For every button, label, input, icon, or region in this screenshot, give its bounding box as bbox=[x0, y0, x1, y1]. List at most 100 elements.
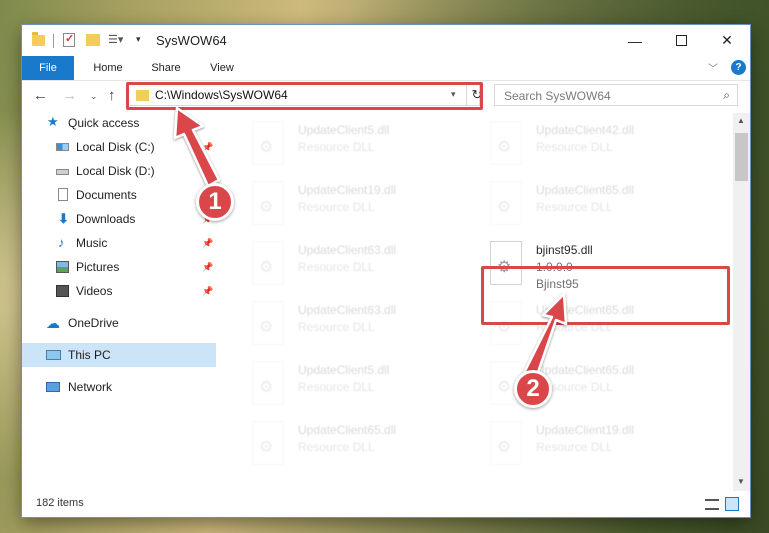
sidebar-item-label: Local Disk (D:) bbox=[76, 164, 155, 178]
navigation-bar: ← → ⌄ ↑ C:\Windows\SysWOW64 ▾ ↻ Search S… bbox=[22, 81, 750, 111]
forward-arrow-icon[interactable]: → bbox=[62, 87, 77, 104]
search-icon[interactable]: ⌕ bbox=[723, 88, 730, 103]
step-badge-2: 2 bbox=[514, 370, 552, 408]
up-arrow-icon[interactable]: ↑ bbox=[108, 87, 116, 104]
pin-icon[interactable]: 📌 bbox=[202, 231, 213, 255]
file-name: UpdateClient19.dll bbox=[298, 183, 397, 197]
search-input[interactable]: Search SysWOW64 ⌕ bbox=[494, 84, 738, 106]
sidebar-item-label: OneDrive bbox=[68, 316, 119, 330]
sidebar-item-documents[interactable]: Documents 📌 bbox=[22, 183, 216, 207]
tab-file[interactable]: File bbox=[22, 56, 74, 80]
sidebar-item-this-pc[interactable]: This PC bbox=[22, 343, 216, 367]
sidebar-item-label: Downloads bbox=[76, 212, 136, 226]
sidebar-item-label: Local Disk (C:) bbox=[76, 140, 155, 154]
pin-icon[interactable]: 📌 bbox=[202, 279, 213, 303]
file-item[interactable]: UpdateClient5.dll Resource DLL bbox=[246, 357, 476, 413]
star-icon: ★ bbox=[47, 114, 59, 129]
back-arrow-icon[interactable]: ← bbox=[33, 87, 48, 104]
dll-file-icon bbox=[490, 421, 522, 465]
vertical-scrollbar[interactable]: ▲ ▼ bbox=[733, 113, 750, 491]
scrollbar-thumb[interactable] bbox=[735, 133, 748, 181]
file-item[interactable]: UpdateClient19.dll Resource DLL bbox=[246, 177, 476, 233]
tab-home[interactable]: Home bbox=[82, 56, 134, 80]
file-name: UpdateClient63.dll bbox=[298, 303, 397, 317]
drive-icon bbox=[56, 143, 69, 151]
details-view-icon[interactable] bbox=[705, 499, 719, 510]
file-explorer-window: ☰▾ ▾ SysWOW64 — ✕ File Home Share View ﹀… bbox=[22, 25, 750, 517]
dll-file-icon bbox=[490, 181, 522, 225]
title-bar: ☰▾ ▾ SysWOW64 — ✕ bbox=[22, 25, 750, 56]
quick-access-dropdown-icon[interactable]: ▾ bbox=[136, 34, 141, 52]
music-icon: ♪ bbox=[58, 235, 65, 250]
sidebar-item-label: This PC bbox=[68, 348, 111, 362]
sidebar-item-music[interactable]: ♪ Music 📌 bbox=[22, 231, 216, 255]
file-description: Resource DLL bbox=[298, 260, 375, 274]
file-name: UpdateClient65.dll bbox=[536, 183, 635, 197]
navigation-pane: ★ Quick access Local Disk (C:) 📌 Local D… bbox=[22, 111, 216, 491]
file-name: UpdateClient19.dll bbox=[536, 423, 635, 437]
dll-file-icon bbox=[252, 121, 284, 165]
file-name: bjinst95.dll bbox=[536, 243, 593, 257]
sidebar-item-quick-access[interactable]: ★ Quick access bbox=[22, 111, 216, 135]
videos-icon bbox=[56, 285, 69, 297]
file-description: Resource DLL bbox=[298, 140, 375, 154]
file-item[interactable]: UpdateClient63.dll Resource DLL bbox=[246, 297, 476, 353]
file-name: UpdateClient5.dll bbox=[298, 363, 390, 377]
file-name: UpdateClient65.dll bbox=[298, 423, 397, 437]
ribbon-tabs: File Home Share View ﹀ ? bbox=[22, 56, 750, 81]
dll-file-icon bbox=[252, 241, 284, 285]
sidebar-item-label: Network bbox=[68, 380, 113, 394]
file-item[interactable]: UpdateClient65.dll Resource DLL bbox=[246, 417, 476, 473]
cloud-icon: ☁ bbox=[46, 315, 60, 331]
scroll-down-icon[interactable]: ▼ bbox=[737, 477, 745, 486]
sidebar-item-videos[interactable]: Videos 📌 bbox=[22, 279, 216, 303]
file-description: Resource DLL bbox=[536, 140, 613, 154]
dll-file-icon bbox=[252, 421, 284, 465]
sidebar-item-local-disk-c[interactable]: Local Disk (C:) 📌 bbox=[22, 135, 216, 159]
file-description: Resource DLL bbox=[298, 200, 375, 214]
customize-toolbar-icon[interactable]: ☰▾ bbox=[108, 34, 124, 46]
highlight-box-file bbox=[481, 266, 730, 325]
sidebar-item-pictures[interactable]: Pictures 📌 bbox=[22, 255, 216, 279]
sidebar-item-local-disk-d[interactable]: Local Disk (D:) bbox=[22, 159, 216, 183]
tab-share[interactable]: Share bbox=[140, 56, 192, 80]
file-description: Resource DLL bbox=[536, 200, 613, 214]
drive-icon bbox=[56, 169, 69, 175]
sidebar-item-network[interactable]: Network bbox=[22, 375, 216, 399]
step-badge-1: 1 bbox=[196, 183, 234, 221]
dll-file-icon bbox=[252, 361, 284, 405]
file-item[interactable]: UpdateClient5.dll Resource DLL bbox=[246, 117, 476, 173]
properties-icon[interactable] bbox=[63, 32, 75, 47]
dll-file-icon bbox=[252, 181, 284, 225]
recent-locations-icon[interactable]: ⌄ bbox=[90, 91, 98, 102]
dll-file-icon bbox=[252, 301, 284, 345]
file-item[interactable]: UpdateClient42.dll Resource DLL bbox=[484, 117, 714, 173]
file-name: UpdateClient5.dll bbox=[298, 123, 390, 137]
minimize-button[interactable]: — bbox=[612, 25, 658, 56]
download-icon: ⬇ bbox=[58, 211, 69, 226]
pictures-icon bbox=[56, 261, 69, 273]
tiles-view-icon[interactable] bbox=[725, 497, 739, 511]
close-button[interactable]: ✕ bbox=[704, 25, 750, 56]
computer-icon bbox=[46, 350, 61, 360]
search-placeholder: Search SysWOW64 bbox=[504, 89, 611, 103]
file-item[interactable]: UpdateClient65.dll Resource DLL bbox=[484, 177, 714, 233]
maximize-button[interactable] bbox=[658, 25, 704, 56]
chevron-down-icon[interactable]: ﹀ bbox=[708, 60, 718, 75]
sidebar-item-downloads[interactable]: ⬇ Downloads 📌 bbox=[22, 207, 216, 231]
pin-icon[interactable]: 📌 bbox=[202, 135, 213, 159]
window-title: SysWOW64 bbox=[156, 33, 227, 48]
scroll-up-icon[interactable]: ▲ bbox=[737, 116, 745, 125]
file-item[interactable]: UpdateClient63.dll Resource DLL bbox=[246, 237, 476, 293]
sidebar-item-onedrive[interactable]: ☁ OneDrive bbox=[22, 311, 216, 335]
sidebar-item-label: Pictures bbox=[76, 260, 120, 274]
sidebar-item-label: Documents bbox=[76, 188, 137, 202]
help-icon[interactable]: ? bbox=[731, 60, 746, 75]
item-count: 182 items bbox=[36, 497, 84, 509]
new-folder-icon[interactable] bbox=[86, 34, 100, 46]
maximize-icon bbox=[675, 35, 687, 46]
tab-view[interactable]: View bbox=[196, 56, 248, 80]
pin-icon[interactable]: 📌 bbox=[202, 255, 213, 279]
file-item[interactable]: UpdateClient19.dll Resource DLL bbox=[484, 417, 714, 473]
documents-icon bbox=[58, 188, 68, 201]
